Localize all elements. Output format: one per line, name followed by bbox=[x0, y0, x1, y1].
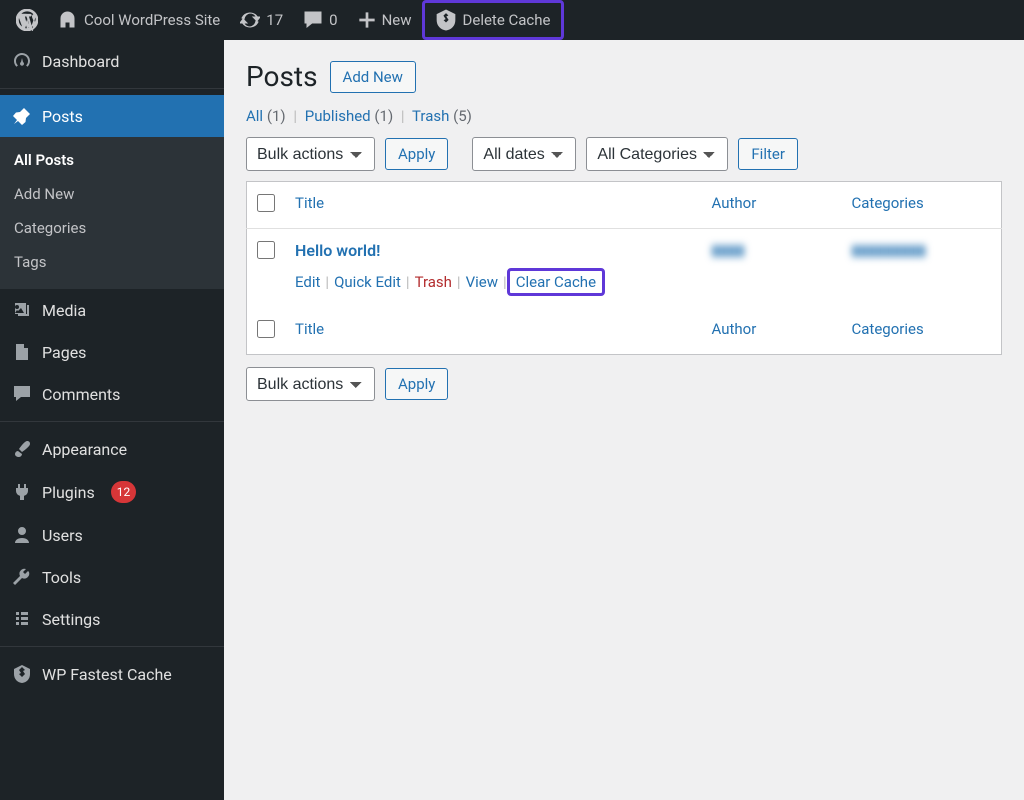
site-link[interactable]: Cool WordPress Site bbox=[48, 0, 230, 40]
page-title: Posts bbox=[246, 60, 318, 93]
col-author: Author bbox=[712, 194, 757, 212]
col-author: Author bbox=[712, 320, 757, 338]
filter-button[interactable]: Filter bbox=[738, 138, 798, 170]
menu-users[interactable]: Users bbox=[0, 514, 224, 556]
action-clear-cache[interactable]: Clear Cache bbox=[516, 273, 596, 291]
filter-trash[interactable]: Trash bbox=[412, 107, 449, 125]
pin-icon bbox=[12, 106, 32, 126]
menu-pages[interactable]: Pages bbox=[0, 331, 224, 373]
col-categories: Categories bbox=[852, 320, 924, 338]
comments-count: 0 bbox=[329, 11, 337, 29]
col-title[interactable]: Title bbox=[295, 320, 324, 338]
menu-label: Appearance bbox=[42, 440, 127, 459]
filter-published[interactable]: Published bbox=[305, 107, 371, 125]
menu-label: Users bbox=[42, 526, 83, 545]
action-quick-edit[interactable]: Quick Edit bbox=[334, 273, 401, 291]
menu-label: Posts bbox=[42, 107, 83, 126]
menu-label: Pages bbox=[42, 343, 86, 362]
menu-label: Plugins bbox=[42, 483, 95, 502]
categories-select[interactable]: All Categories bbox=[586, 137, 728, 171]
wpfc-icon bbox=[12, 664, 32, 684]
posts-table: Title Author Categories Hello world! Edi… bbox=[246, 181, 1002, 355]
new-label: New bbox=[382, 11, 412, 29]
plugin-icon bbox=[12, 482, 32, 502]
admin-toolbar: Cool WordPress Site 17 0 New Delete Cach… bbox=[0, 0, 1024, 40]
media-icon bbox=[12, 300, 32, 320]
menu-appearance[interactable]: Appearance bbox=[0, 428, 224, 470]
menu-label: WP Fastest Cache bbox=[42, 665, 172, 684]
row-actions: Edit| Quick Edit| Trash| View| Clear Cac… bbox=[295, 268, 692, 296]
apply-button[interactable]: Apply bbox=[385, 138, 448, 170]
wrench-icon bbox=[12, 567, 32, 587]
menu-label: Dashboard bbox=[42, 52, 119, 71]
plugins-update-badge: 12 bbox=[111, 481, 137, 503]
brush-icon bbox=[12, 439, 32, 459]
submenu-tags[interactable]: Tags bbox=[0, 245, 224, 279]
bulk-actions-select[interactable]: Bulk actions bbox=[246, 137, 375, 171]
status-filter-links: All (1) | Published (1) | Trash (5) bbox=[246, 107, 1002, 125]
updates-count: 17 bbox=[266, 11, 283, 29]
comments-link[interactable]: 0 bbox=[293, 0, 347, 40]
select-all-checkbox[interactable] bbox=[257, 194, 275, 212]
select-all-checkbox-bottom[interactable] bbox=[257, 320, 275, 338]
tablenav-top: Bulk actions Apply All dates All Categor… bbox=[246, 137, 1002, 171]
delete-cache-label: Delete Cache bbox=[463, 11, 551, 29]
row-checkbox[interactable] bbox=[257, 241, 275, 259]
submenu-categories[interactable]: Categories bbox=[0, 211, 224, 245]
updates-link[interactable]: 17 bbox=[230, 0, 293, 40]
menu-separator bbox=[0, 421, 224, 422]
menu-plugins[interactable]: Plugins 12 bbox=[0, 470, 224, 514]
post-title-link[interactable]: Hello world! bbox=[295, 241, 380, 260]
filter-all[interactable]: All bbox=[246, 107, 263, 125]
tablenav-bottom: Bulk actions Apply bbox=[246, 367, 1002, 401]
menu-media[interactable]: Media bbox=[0, 289, 224, 331]
menu-separator bbox=[0, 646, 224, 647]
bulk-actions-select-bottom[interactable]: Bulk actions bbox=[246, 367, 375, 401]
action-edit[interactable]: Edit bbox=[295, 273, 320, 291]
new-link[interactable]: New bbox=[348, 0, 422, 40]
site-name: Cool WordPress Site bbox=[84, 11, 220, 29]
comments-icon bbox=[12, 384, 32, 404]
pages-icon bbox=[12, 342, 32, 362]
user-icon bbox=[12, 525, 32, 545]
admin-sidebar: Dashboard Posts All Posts Add New Catego… bbox=[0, 40, 224, 800]
apply-button-bottom[interactable]: Apply bbox=[385, 368, 448, 400]
action-view[interactable]: View bbox=[466, 273, 498, 291]
page-body: Posts Add New All (1) | Published (1) | … bbox=[224, 40, 1024, 433]
menu-comments[interactable]: Comments bbox=[0, 373, 224, 415]
col-categories: Categories bbox=[852, 194, 924, 212]
categories-cell: ▮▮▮▮▮▮▮▮▮ bbox=[852, 241, 926, 259]
submenu-all-posts[interactable]: All Posts bbox=[0, 143, 224, 177]
table-row: Hello world! Edit| Quick Edit| Trash| Vi… bbox=[247, 229, 1002, 309]
wp-logo[interactable] bbox=[6, 0, 48, 40]
menu-label: Tools bbox=[42, 568, 81, 587]
settings-icon bbox=[12, 609, 32, 629]
dates-select[interactable]: All dates bbox=[472, 137, 576, 171]
menu-separator bbox=[0, 88, 224, 89]
menu-label: Settings bbox=[42, 610, 100, 629]
dashboard-icon bbox=[12, 51, 32, 71]
action-trash[interactable]: Trash bbox=[415, 273, 452, 291]
menu-label: Comments bbox=[42, 385, 120, 404]
col-title[interactable]: Title bbox=[295, 194, 324, 212]
menu-wp-fastest-cache[interactable]: WP Fastest Cache bbox=[0, 653, 224, 695]
add-new-button[interactable]: Add New bbox=[330, 61, 416, 93]
delete-cache-link[interactable]: Delete Cache bbox=[422, 0, 564, 40]
menu-tools[interactable]: Tools bbox=[0, 556, 224, 598]
posts-submenu: All Posts Add New Categories Tags bbox=[0, 137, 224, 289]
menu-label: Media bbox=[42, 301, 86, 320]
menu-posts[interactable]: Posts bbox=[0, 95, 224, 137]
menu-dashboard[interactable]: Dashboard bbox=[0, 40, 224, 82]
menu-settings[interactable]: Settings bbox=[0, 598, 224, 640]
author-cell: ▮▮▮▮ bbox=[712, 241, 745, 259]
submenu-add-new[interactable]: Add New bbox=[0, 177, 224, 211]
